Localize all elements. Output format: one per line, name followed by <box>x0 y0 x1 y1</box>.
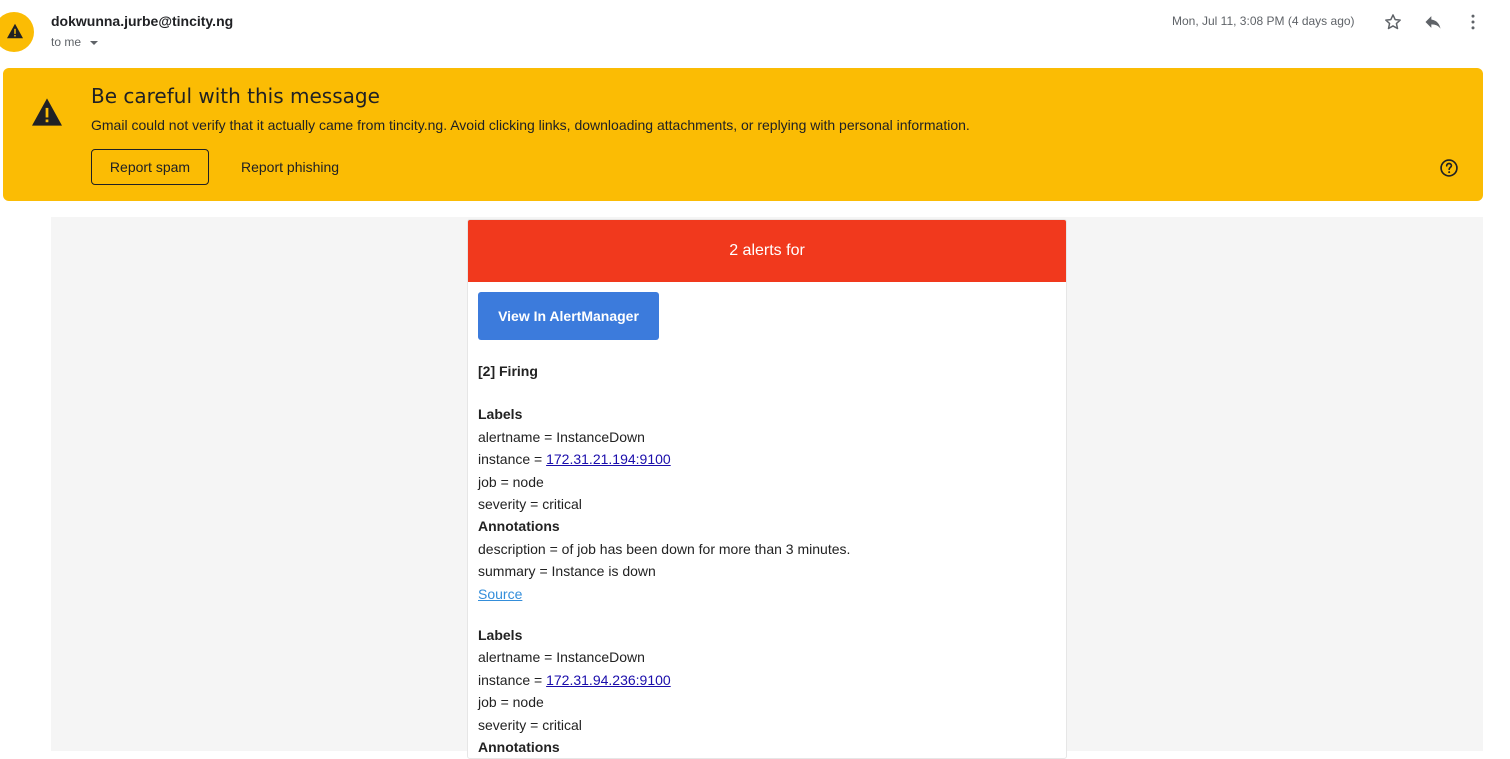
instance-prefix: instance = <box>478 671 547 688</box>
message-header: dokwunna.jurbe@tincity.ng to me Mon, Jul… <box>0 0 1510 64</box>
alert-content: View In AlertManager [2] Firing Labels a… <box>468 282 1066 758</box>
report-phishing-button[interactable]: Report phishing <box>225 149 355 185</box>
recipient-details[interactable]: to me <box>51 35 99 49</box>
reply-icon[interactable] <box>1422 11 1444 33</box>
labels-heading: Labels <box>478 406 523 423</box>
annotation-description: description = of job has been down for m… <box>478 540 851 557</box>
label-job: job = node <box>478 694 544 711</box>
help-icon[interactable] <box>1439 158 1459 178</box>
warning-title: Be careful with this message <box>91 84 380 108</box>
more-vert-icon[interactable] <box>1462 11 1484 33</box>
alert-block: Labels alertname = InstanceDown instance… <box>478 624 1056 758</box>
warning-icon <box>32 98 62 126</box>
label-alertname: alertname = InstanceDown <box>478 649 645 666</box>
source-link[interactable]: Source <box>478 586 522 602</box>
annotations-heading: Annotations <box>478 739 560 756</box>
report-spam-button[interactable]: Report spam <box>91 149 209 185</box>
chevron-down-icon[interactable] <box>90 40 99 45</box>
alert-email-card: 2 alerts for View In AlertManager [2] Fi… <box>467 219 1067 759</box>
label-job: job = node <box>478 473 544 490</box>
alert-block: Labels alertname = InstanceDown instance… <box>478 403 1056 605</box>
annotation-summary: summary = Instance is down <box>478 563 656 580</box>
instance-prefix: instance = <box>478 451 547 468</box>
message-timestamp: Mon, Jul 11, 3:08 PM (4 days ago) <box>1172 14 1355 28</box>
sender-email[interactable]: dokwunna.jurbe@tincity.ng <box>51 13 233 29</box>
instance-link[interactable]: 172.31.21.194:9100 <box>546 451 671 467</box>
sender-avatar[interactable] <box>0 12 34 52</box>
star-icon[interactable] <box>1382 11 1404 33</box>
recipient-label: to me <box>51 35 82 49</box>
label-severity: severity = critical <box>478 496 582 513</box>
label-alertname: alertname = InstanceDown <box>478 428 645 445</box>
warning-icon <box>7 23 23 39</box>
view-in-alertmanager-button[interactable]: View In AlertManager <box>478 292 659 340</box>
label-severity: severity = critical <box>478 716 582 733</box>
alert-banner: 2 alerts for <box>468 220 1066 282</box>
label-instance: instance = 172.31.21.194:9100 <box>478 448 1056 470</box>
label-instance: instance = 172.31.94.236:9100 <box>478 669 1056 691</box>
instance-link[interactable]: 172.31.94.236:9100 <box>546 672 671 688</box>
firing-count: [2] Firing <box>478 363 538 379</box>
warning-banner: Be careful with this message Gmail could… <box>3 68 1483 201</box>
labels-heading: Labels <box>478 627 523 644</box>
annotations-heading: Annotations <box>478 518 560 535</box>
warning-text: Gmail could not verify that it actually … <box>91 117 970 133</box>
